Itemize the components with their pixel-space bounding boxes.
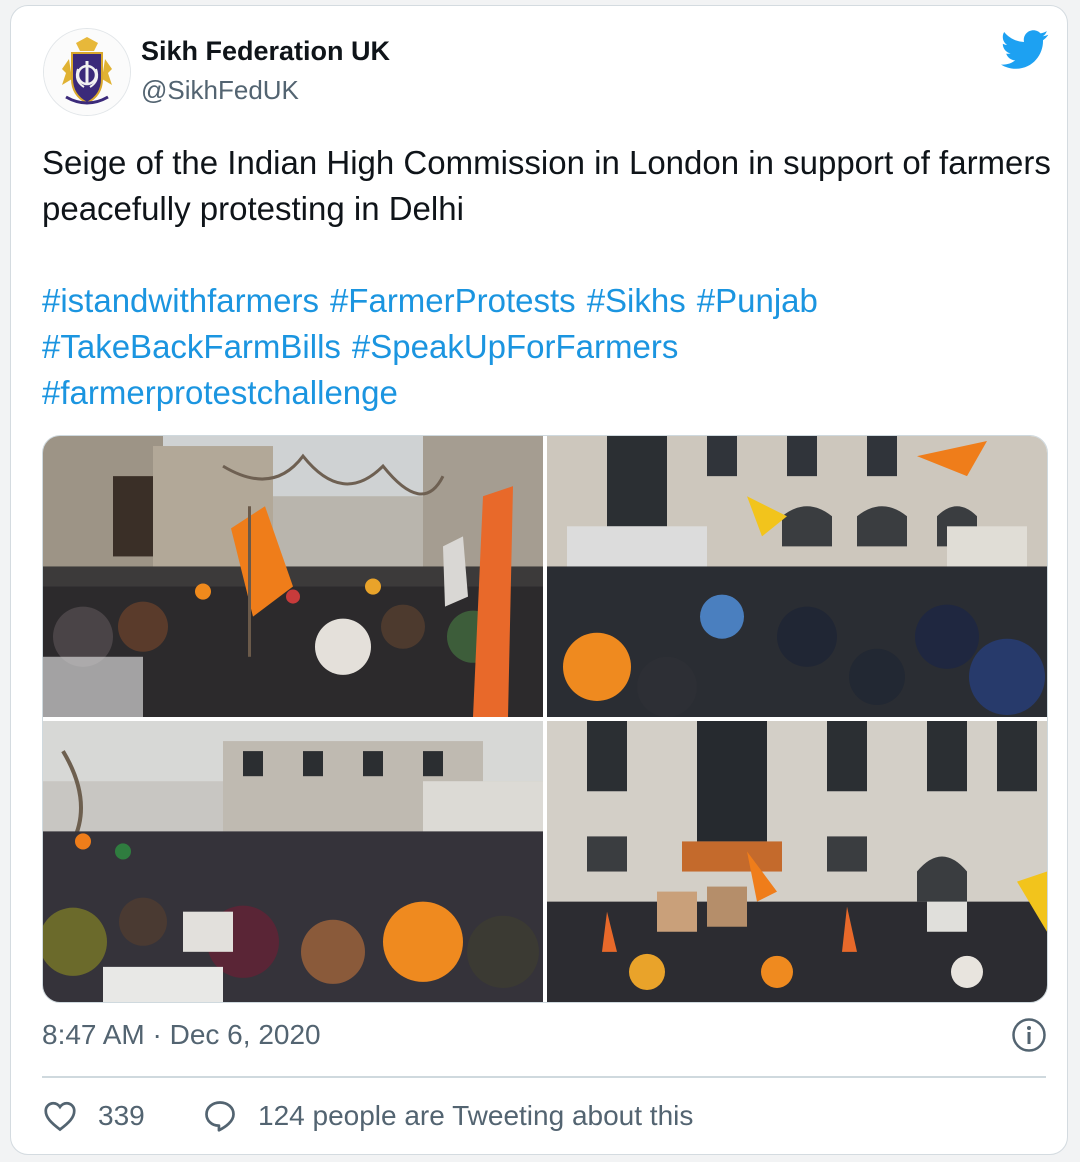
like-button[interactable]: 339: [42, 1096, 145, 1136]
protest-crowd-placards-photo[interactable]: [43, 721, 543, 1002]
conversation-link[interactable]: 124 people are Tweeting about this: [202, 1096, 693, 1136]
conversation-text: 124 people are Tweeting about this: [258, 1100, 694, 1131]
protest-street-crowd-photo[interactable]: [43, 436, 543, 717]
hashtag-link[interactable]: #SpeakUpForFarmers: [352, 328, 678, 365]
protest-high-commission-photo[interactable]: [547, 721, 1047, 1002]
account-handle[interactable]: @SikhFedUK: [141, 75, 299, 106]
account-name[interactable]: Sikh Federation UK: [141, 36, 390, 67]
tweet-timestamp[interactable]: 8:47 AM · Dec 6, 2020: [42, 1019, 321, 1051]
hashtag-list: #istandwithfarmers #FarmerProtests #Sikhs #…: [42, 278, 1052, 416]
hashtag-link[interactable]: #istandwithfarmers: [42, 282, 319, 319]
hashtag-link[interactable]: #TakeBackFarmBills: [42, 328, 341, 365]
tweet-text: Seige of the Indian High Commission in L…: [42, 144, 1051, 227]
sikh-federation-crest-logo: [44, 29, 130, 115]
divider: [42, 1076, 1046, 1078]
like-count: 339: [98, 1100, 145, 1131]
media-grid: [42, 435, 1048, 1003]
hashtag-link[interactable]: #FarmerProtests: [330, 282, 576, 319]
account-avatar[interactable]: [43, 28, 131, 116]
info-icon[interactable]: [1011, 1017, 1047, 1053]
hashtag-link[interactable]: #Sikhs: [587, 282, 686, 319]
heart-icon: [44, 1101, 76, 1132]
speech-bubble-icon: [205, 1101, 235, 1132]
hashtag-link[interactable]: #Punjab: [697, 282, 818, 319]
twitter-bird-icon[interactable]: [1001, 30, 1049, 70]
tweet-card: Sikh Federation UK @SikhFedUK Seige of t…: [10, 5, 1068, 1155]
protest-building-front-photo[interactable]: [547, 436, 1047, 717]
hashtag-link[interactable]: #farmerprotestchallenge: [42, 374, 398, 411]
